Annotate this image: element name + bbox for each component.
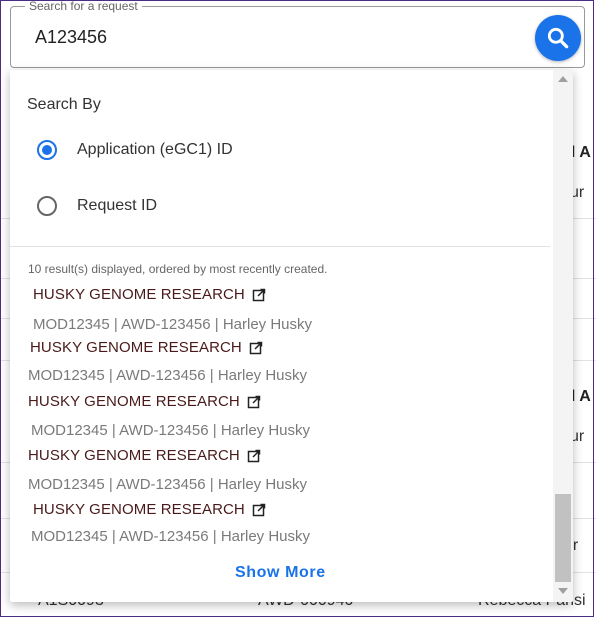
radio-label: Application (eGC1) ID	[77, 141, 233, 158]
result-meta: MOD12345 | AWD-123456 | Harley Husky	[31, 528, 311, 545]
search-dropdown: Search By Application (eGC1) ID Request …	[10, 70, 573, 602]
result-title-link[interactable]: HUSKY GENOME RESEARCH	[28, 447, 261, 464]
scroll-up-icon[interactable]	[558, 76, 568, 82]
search-by-title: Search By	[27, 96, 101, 113]
search-input[interactable]	[27, 21, 523, 53]
scroll-down-icon[interactable]	[558, 588, 568, 594]
radio-label: Request ID	[77, 197, 158, 214]
result-title-link[interactable]: HUSKY GENOME RESEARCH	[28, 393, 261, 410]
search-icon	[545, 25, 571, 51]
radio-option-application-id[interactable]: Application (eGC1) ID	[37, 140, 233, 160]
open-in-new-icon	[252, 288, 266, 302]
open-in-new-icon	[247, 449, 261, 463]
open-in-new-icon	[252, 503, 266, 517]
show-more-button[interactable]: Show More	[225, 560, 336, 586]
search-button[interactable]	[535, 15, 581, 61]
divider	[10, 246, 550, 247]
result-meta: MOD12345 | AWD-123456 | Harley Husky	[28, 476, 308, 493]
result-count: 10 result(s) displayed, ordered by most …	[28, 262, 328, 276]
open-in-new-icon	[249, 341, 263, 355]
search-field: Search for a request	[10, 0, 585, 68]
result-title: HUSKY GENOME RESEARCH	[30, 339, 242, 356]
scrollbar-thumb[interactable]	[555, 494, 571, 582]
dropdown-scrollbar[interactable]	[553, 70, 573, 602]
radio-button-unchecked[interactable]	[37, 196, 57, 216]
result-title: HUSKY GENOME RESEARCH	[33, 286, 245, 303]
result-title: HUSKY GENOME RESEARCH	[28, 393, 240, 410]
open-in-new-icon	[247, 395, 261, 409]
radio-button-checked[interactable]	[37, 140, 57, 160]
result-meta: MOD12345 | AWD-123456 | Harley Husky	[28, 367, 308, 384]
search-legend: Search for a request	[25, 0, 142, 13]
radio-option-request-id[interactable]: Request ID	[37, 196, 157, 216]
result-title: HUSKY GENOME RESEARCH	[28, 447, 240, 464]
result-meta: MOD12345 | AWD-123456 | Harley Husky	[33, 316, 313, 333]
result-title: HUSKY GENOME RESEARCH	[33, 501, 245, 518]
result-title-link[interactable]: HUSKY GENOME RESEARCH	[33, 501, 266, 518]
result-meta: MOD12345 | AWD-123456 | Harley Husky	[31, 422, 311, 439]
result-title-link[interactable]: HUSKY GENOME RESEARCH	[33, 286, 266, 303]
result-title-link[interactable]: HUSKY GENOME RESEARCH	[30, 339, 263, 356]
